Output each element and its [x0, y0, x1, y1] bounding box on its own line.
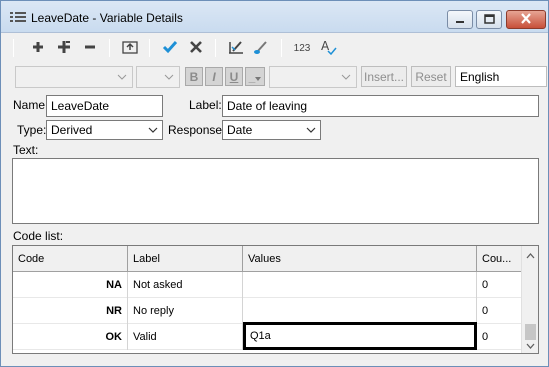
code-list-label: Code list:: [13, 229, 64, 243]
cancel-button[interactable]: [185, 36, 207, 60]
code-cell[interactable]: NR: [13, 298, 128, 324]
count-cell: 0: [482, 331, 489, 343]
column-header-label[interactable]: Label: [128, 246, 243, 272]
maximize-button[interactable]: [476, 10, 502, 29]
toolbar-separator: [281, 39, 282, 57]
table-row[interactable]: NR No reply 0: [13, 298, 521, 324]
accept-button[interactable]: [159, 36, 181, 60]
name-field[interactable]: LeaveDate: [46, 95, 163, 117]
main-toolbar: 123 A: [9, 36, 542, 60]
accept-icon: [162, 40, 178, 57]
style-combo[interactable]: [269, 66, 357, 88]
response-label: Response:: [168, 123, 226, 137]
count-cell: 0: [482, 305, 489, 317]
minimize-button[interactable]: [447, 10, 473, 29]
column-header-code[interactable]: Code: [13, 246, 128, 272]
label-field[interactable]: Date of leaving: [222, 95, 539, 117]
brush-icon: [253, 39, 271, 58]
label-cell[interactable]: No reply: [128, 298, 243, 324]
label-cell[interactable]: Not asked: [128, 272, 243, 298]
add-button[interactable]: [27, 36, 49, 60]
type-select[interactable]: Derived: [46, 120, 163, 140]
text-color-button[interactable]: _: [245, 67, 265, 86]
underline-button[interactable]: U: [225, 67, 243, 86]
remove-button[interactable]: [79, 36, 101, 60]
table-row[interactable]: NA Not asked 0: [13, 272, 521, 298]
count-cell: 0: [482, 279, 489, 291]
reset-button[interactable]: Reset: [411, 66, 451, 87]
code-list-grid: Code Label Values Cou... NA Not asked 0 …: [12, 245, 539, 354]
response-select[interactable]: Date: [222, 120, 321, 140]
spellcheck-button[interactable]: A: [317, 36, 339, 60]
code-cell[interactable]: OK: [13, 324, 128, 350]
window-title: LeaveDate - Variable Details: [31, 11, 183, 25]
format-toolbar: B I U _ Insert... Reset English: [9, 64, 547, 88]
scroll-up-button[interactable]: [522, 246, 538, 263]
insert-button[interactable]: [53, 36, 75, 60]
numbering-icon: 123: [293, 42, 311, 54]
cancel-icon: [189, 40, 203, 57]
column-header-values[interactable]: Values: [243, 246, 477, 272]
toolbar-separator: [149, 39, 150, 57]
close-icon: [520, 12, 532, 27]
app-icon: [10, 11, 26, 24]
label-cell[interactable]: Valid: [128, 324, 243, 350]
brush-button[interactable]: [251, 36, 273, 60]
remove-icon: [83, 40, 97, 57]
chevron-down-icon: [338, 70, 354, 84]
values-cell[interactable]: [243, 298, 477, 324]
vertical-scrollbar[interactable]: [521, 246, 538, 353]
chevron-down-icon: [114, 70, 130, 84]
variable-details-window: LeaveDate - Variable Details 123 A B I U…: [0, 0, 549, 367]
font-size-combo[interactable]: [136, 66, 180, 88]
close-button[interactable]: [506, 10, 546, 29]
level-up-icon: [122, 40, 138, 57]
type-label: Type:: [17, 123, 47, 137]
chevron-down-icon: [147, 125, 159, 135]
numbering-button[interactable]: 123: [291, 36, 313, 60]
chevron-down-icon: [255, 70, 262, 84]
chevron-down-icon: [305, 125, 317, 135]
grid-header: Code Label Values Cou...: [13, 246, 521, 272]
chevron-down-icon: [526, 338, 535, 352]
language-selector[interactable]: English: [455, 66, 547, 87]
level-up-button[interactable]: [119, 36, 141, 60]
edit-label-icon: [227, 39, 245, 58]
insert-icon: [56, 39, 72, 58]
chevron-down-icon: [161, 70, 177, 84]
values-edit-field[interactable]: Q1a: [243, 322, 477, 350]
insert-button[interactable]: Insert...: [361, 66, 407, 87]
text-area[interactable]: [12, 158, 539, 224]
font-combo[interactable]: [15, 66, 133, 88]
spellcheck-icon: A: [319, 39, 337, 58]
title-bar: LeaveDate - Variable Details: [1, 1, 548, 33]
bold-button[interactable]: B: [185, 67, 203, 86]
italic-button[interactable]: I: [205, 67, 223, 86]
toolbar-separator: [13, 39, 14, 57]
column-header-count[interactable]: Cou...: [477, 246, 521, 272]
scroll-down-button[interactable]: [522, 336, 538, 353]
edit-label-button[interactable]: [225, 36, 247, 60]
toolbar-separator: [109, 39, 110, 57]
chevron-up-icon: [526, 248, 535, 262]
text-label: Text:: [13, 143, 39, 157]
code-cell[interactable]: NA: [13, 272, 128, 298]
values-cell[interactable]: [243, 272, 477, 298]
minimize-icon: [455, 13, 465, 27]
label-label: Label:: [189, 98, 222, 112]
name-label: Name:: [13, 98, 49, 112]
maximize-icon: [483, 13, 495, 27]
add-icon: [31, 40, 45, 57]
toolbar-separator: [215, 39, 216, 57]
